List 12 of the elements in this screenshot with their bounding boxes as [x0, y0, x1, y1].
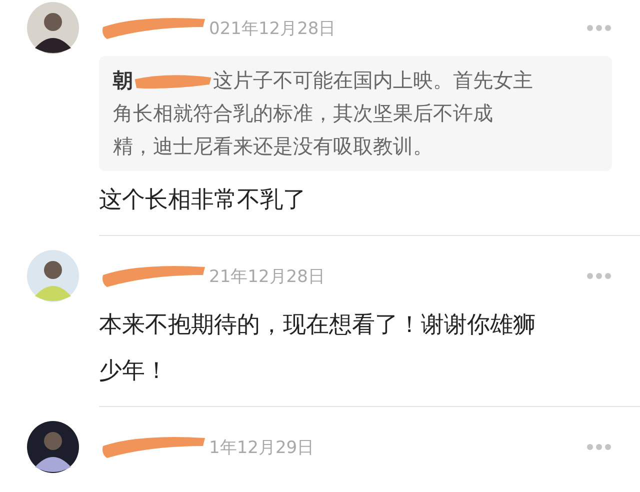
quoted-username: 朝: [113, 67, 133, 94]
quoted-text: 角长相就符合乳的标准，其次坚果后不许成: [113, 100, 494, 127]
comment-date: 021年12月28日: [209, 18, 336, 40]
avatar[interactable]: [27, 421, 79, 473]
avatar[interactable]: [27, 2, 79, 54]
comment-date: 1年12月29日: [209, 436, 314, 458]
comment-date: 21年12月28日: [209, 266, 325, 288]
quoted-text: 这片子不可能在国内上映。首先女主: [213, 67, 533, 94]
quoted-text: 精，迪士尼看来还是没有吸取教训。: [113, 133, 434, 160]
comment-text: 这个长相非常不乳了: [99, 186, 307, 215]
avatar[interactable]: [27, 250, 79, 302]
comment-text: 本来不抱期待的，现在想看了！谢谢你雄狮少年！: [99, 311, 537, 386]
